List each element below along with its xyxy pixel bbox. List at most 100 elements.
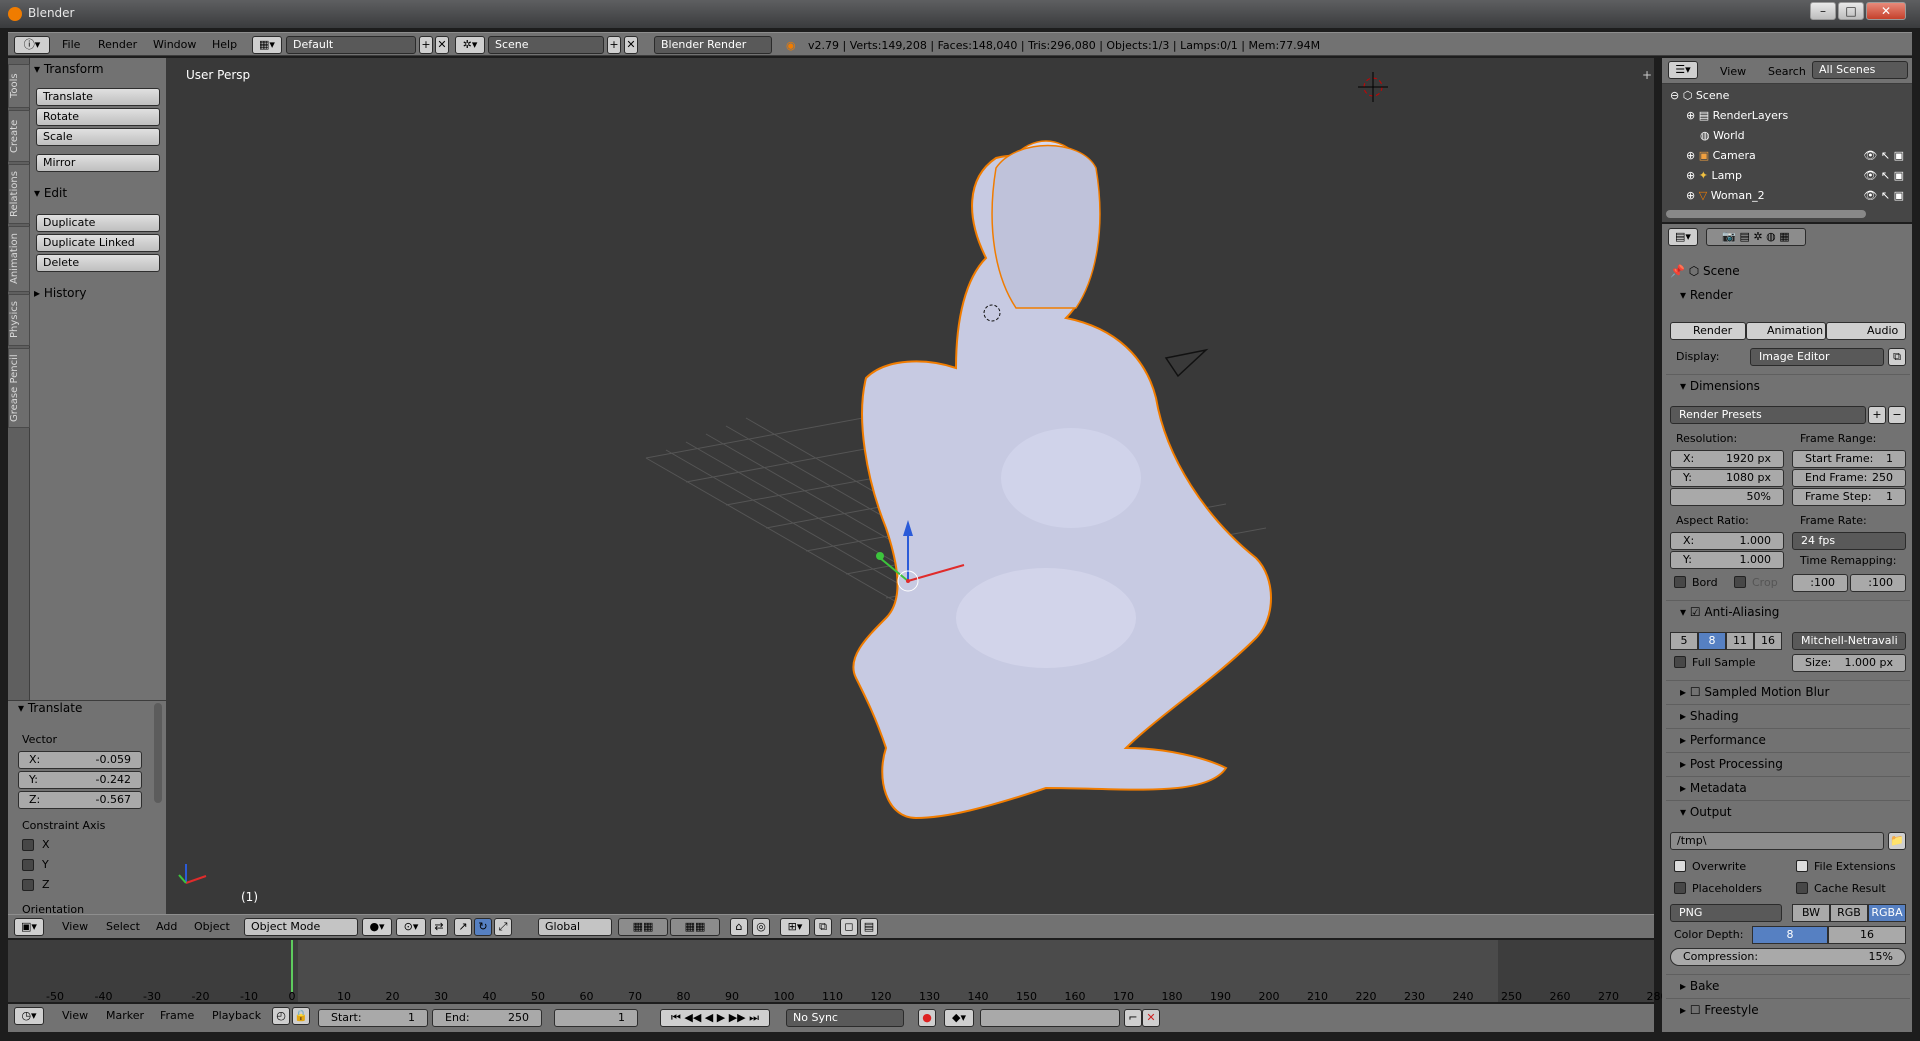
compression-slider[interactable]: Compression: 15% bbox=[1670, 948, 1906, 966]
full-sample-checkbox[interactable] bbox=[1674, 656, 1686, 668]
tab-animation[interactable]: Animation bbox=[8, 226, 30, 292]
add-scene-icon[interactable]: + bbox=[607, 36, 621, 54]
transform-orientation-dropdown[interactable]: Global bbox=[538, 918, 612, 936]
file-extensions-checkbox[interactable] bbox=[1796, 860, 1808, 872]
browse-folder-icon[interactable]: 📁 bbox=[1888, 832, 1906, 850]
vector-y-field[interactable]: Y: -0.242 bbox=[18, 771, 142, 789]
mirror-button[interactable]: Mirror bbox=[36, 154, 160, 172]
transform-panel-header[interactable]: ▾ Transform bbox=[34, 62, 104, 76]
aa-filter-dropdown[interactable]: Mitchell-Netravali bbox=[1792, 632, 1906, 650]
add-layout-icon[interactable]: + bbox=[419, 36, 433, 54]
timeline-marker[interactable]: Marker bbox=[106, 1009, 144, 1022]
aa-size-field[interactable]: Size: 1.000 px bbox=[1792, 654, 1906, 672]
edit-panel-header[interactable]: ▾ Edit bbox=[34, 186, 67, 200]
current-frame-field[interactable]: 1 bbox=[554, 1009, 638, 1027]
rotate-button[interactable]: Rotate bbox=[36, 108, 160, 126]
duplicate-button[interactable]: Duplicate bbox=[36, 214, 160, 232]
outliner-scrollbar[interactable] bbox=[1666, 210, 1866, 218]
render-anim-icon[interactable]: ▤ bbox=[860, 918, 878, 936]
keying-icon[interactable]: ◆▾ bbox=[944, 1009, 974, 1027]
tab-physics[interactable]: Physics bbox=[8, 294, 30, 346]
snap-icon[interactable]: ⧉ bbox=[814, 918, 832, 936]
timeline-playback[interactable]: Playback bbox=[212, 1009, 261, 1022]
tab-relations[interactable]: Relations bbox=[8, 164, 30, 224]
remap-new-field[interactable]: :100 bbox=[1850, 574, 1906, 592]
crop-checkbox[interactable] bbox=[1734, 576, 1746, 588]
translate-manipulator-icon[interactable]: ↗ bbox=[454, 918, 472, 936]
scene-dropdown[interactable]: Scene bbox=[488, 36, 604, 54]
file-format-dropdown[interactable]: PNG bbox=[1670, 904, 1782, 922]
outliner-view[interactable]: View bbox=[1720, 65, 1746, 78]
timeline-area[interactable]: -50 -40 -30 -20 -10 0 10 20 30 40 50 60 70 80 90 100 110… bbox=[8, 940, 1668, 1003]
scene-icon[interactable]: ✲▾ bbox=[455, 36, 485, 54]
layers-2-icon[interactable]: ▦▦ bbox=[670, 918, 720, 936]
delete-keyframe-icon[interactable]: ✕ bbox=[1142, 1009, 1160, 1027]
dimensions-panel-header[interactable]: ▾ Dimensions bbox=[1666, 374, 1910, 396]
duplicate-linked-button[interactable]: Duplicate Linked bbox=[36, 234, 160, 252]
aa-samples-5[interactable]: 5 bbox=[1670, 632, 1698, 650]
woman-model[interactable] bbox=[852, 140, 1272, 820]
insert-keyframe-icon[interactable]: ⌐ bbox=[1124, 1009, 1142, 1027]
scale-manipulator-icon[interactable]: ⤢ bbox=[494, 918, 512, 936]
border-checkbox[interactable] bbox=[1674, 576, 1686, 588]
render-panel-header[interactable]: ▾ Render bbox=[1666, 284, 1910, 306]
aa-samples-16[interactable]: 16 bbox=[1754, 632, 1782, 650]
res-y-field[interactable]: Y: 1080 px bbox=[1670, 469, 1784, 487]
placeholders-checkbox[interactable] bbox=[1674, 882, 1686, 894]
editor-type-3d-icon[interactable]: ▣▾ bbox=[14, 918, 44, 936]
redo-scrollbar[interactable] bbox=[154, 703, 162, 803]
maximize-button[interactable]: □ bbox=[1838, 2, 1864, 20]
vector-x-field[interactable]: X: -0.059 bbox=[18, 751, 142, 769]
constraint-y-checkbox[interactable] bbox=[22, 859, 34, 871]
redo-panel-header[interactable]: ▾ Translate bbox=[18, 701, 82, 715]
display-dropdown[interactable]: Image Editor bbox=[1750, 348, 1884, 366]
post-processing-panel-header[interactable]: ▸ Post Processing bbox=[1666, 752, 1910, 774]
preview-range-icon[interactable]: ◴ bbox=[272, 1007, 290, 1025]
tab-grease-pencil[interactable]: Grease Pencil bbox=[8, 348, 30, 428]
color-depth-16[interactable]: 16 bbox=[1828, 926, 1906, 944]
remove-layout-icon[interactable]: ✕ bbox=[435, 36, 449, 54]
vector-z-field[interactable]: Z: -0.567 bbox=[18, 791, 142, 809]
menu-select[interactable]: Select bbox=[106, 920, 140, 933]
audio-button[interactable]: Audio bbox=[1826, 322, 1906, 340]
layout-dropdown[interactable]: Default bbox=[286, 36, 416, 54]
timeline-view[interactable]: View bbox=[62, 1009, 88, 1022]
keying-set-field[interactable] bbox=[980, 1009, 1120, 1027]
shading-panel-header[interactable]: ▸ Shading bbox=[1666, 704, 1910, 726]
add-preset-icon[interactable]: + bbox=[1868, 406, 1886, 424]
display-window-icon[interactable]: ⧉ bbox=[1888, 348, 1906, 366]
output-panel-header[interactable]: ▾ Output bbox=[1666, 800, 1910, 822]
color-bw[interactable]: BW bbox=[1792, 904, 1830, 922]
minimize-button[interactable]: – bbox=[1810, 2, 1836, 20]
motion-blur-panel-header[interactable]: ▸ ☐ Sampled Motion Blur bbox=[1666, 680, 1910, 702]
bake-panel-header[interactable]: ▸ Bake bbox=[1666, 974, 1910, 996]
editor-type-properties-icon[interactable]: ▤▾ bbox=[1668, 228, 1698, 246]
outliner-row-scene[interactable]: ⊖ ⬡ Scene bbox=[1662, 86, 1912, 106]
sync-dropdown[interactable]: No Sync bbox=[786, 1009, 904, 1027]
editor-type-outliner-icon[interactable]: ☰▾ bbox=[1668, 61, 1698, 79]
anti-aliasing-panel-header[interactable]: ▾ ☑ Anti-Aliasing bbox=[1666, 600, 1910, 622]
screen-layout-icon[interactable]: ▦▾ bbox=[252, 36, 282, 54]
outliner-row-camera[interactable]: ⊕ ▣ Camera 👁 ↖ ▣ bbox=[1662, 146, 1912, 166]
aa-samples-8[interactable]: 8 bbox=[1698, 632, 1726, 650]
aspect-y-field[interactable]: Y: 1.000 bbox=[1670, 551, 1784, 569]
record-icon[interactable]: ● bbox=[918, 1009, 936, 1027]
start-frame-prop-field[interactable]: Start Frame: 1 bbox=[1792, 450, 1906, 468]
lock-frame-icon[interactable]: 🔒 bbox=[292, 1007, 310, 1025]
snap-element-icon[interactable]: ⊞▾ bbox=[780, 918, 810, 936]
playback-controls[interactable]: ⏮ ◀◀ ◀ ▶ ▶▶ ⏭ bbox=[660, 1009, 770, 1027]
menu-help[interactable]: Help bbox=[212, 38, 237, 51]
render-engine-dropdown[interactable]: Blender Render bbox=[654, 36, 772, 54]
manipulator-toggle-icon[interactable]: ⇄ bbox=[430, 918, 448, 936]
outliner-row-lamp[interactable]: ⊕ ✦ Lamp 👁 ↖ ▣ bbox=[1662, 166, 1912, 186]
timeline-frame[interactable]: Frame bbox=[160, 1009, 194, 1022]
menu-add[interactable]: Add bbox=[156, 920, 177, 933]
pivot-point-icon[interactable]: ⊙▾ bbox=[396, 918, 426, 936]
frame-step-field[interactable]: Frame Step: 1 bbox=[1792, 488, 1906, 506]
camera-icon[interactable] bbox=[1164, 348, 1209, 378]
menu-object[interactable]: Object bbox=[194, 920, 230, 933]
color-depth-8[interactable]: 8 bbox=[1752, 926, 1828, 944]
freestyle-panel-header[interactable]: ▸ ☐ Freestyle bbox=[1666, 998, 1910, 1020]
remap-old-field[interactable]: :100 bbox=[1792, 574, 1848, 592]
animation-button[interactable]: Animation bbox=[1746, 322, 1826, 340]
